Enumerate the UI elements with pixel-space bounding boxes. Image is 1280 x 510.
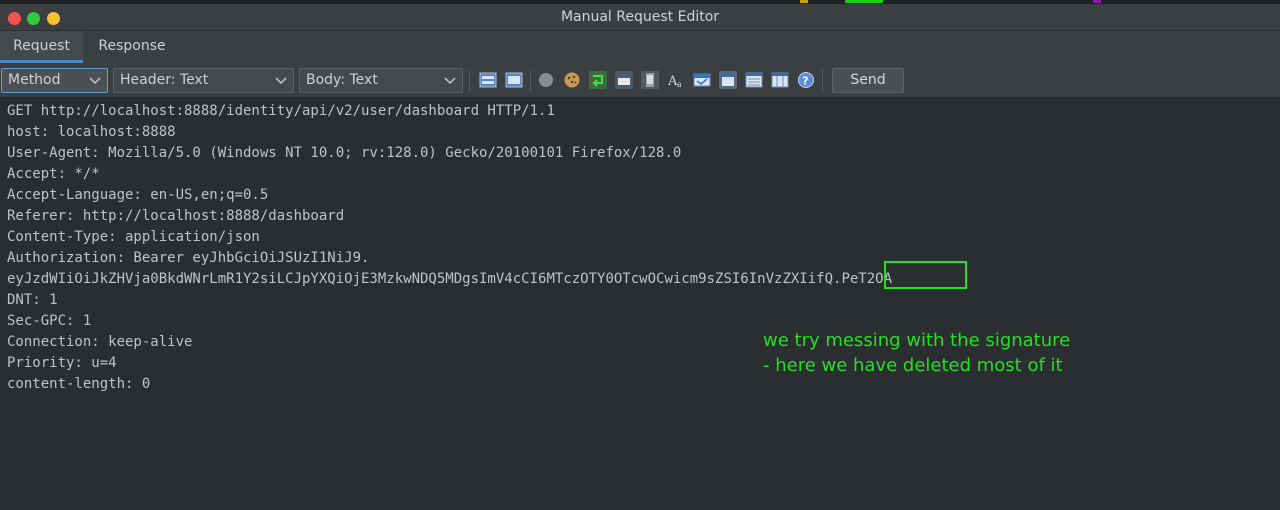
redirect-icon[interactable] — [589, 71, 607, 89]
header-format-select[interactable]: Header: Text — [113, 68, 294, 93]
annotation-text: we try messing with the signature — [763, 330, 1071, 351]
header-line: Accept-Language: en-US,en;q=0.5 — [7, 187, 269, 203]
strip-mark — [845, 0, 883, 3]
header-line: Accept: */* — [7, 166, 100, 182]
toolbar-separator — [469, 70, 470, 92]
cookie-icon[interactable] — [563, 71, 581, 89]
header-line: host: localhost:8888 — [7, 124, 176, 140]
layout-split-icon[interactable] — [479, 71, 497, 89]
toolbar-separator — [822, 70, 823, 92]
chevron-down-icon — [275, 77, 287, 85]
jwt-token-line: eyJzdWIiOiJkZHVja0BkdWNrLmR1Y2siLCJpYXQi… — [7, 271, 893, 287]
authorization-header-line: Authorization: Bearer eyJhbGciOiJSUzI1Ni… — [7, 250, 370, 266]
title-bar: Manual Request Editor — [0, 4, 1280, 31]
toolbar-separator — [530, 70, 531, 92]
header-line: Connection: keep-alive — [7, 334, 193, 350]
tab-bar: Request Response — [0, 31, 1280, 63]
body-format-value: Body: Text — [306, 72, 378, 88]
phone-icon[interactable] — [641, 71, 659, 89]
signature-highlight-box — [884, 261, 967, 289]
tab-response[interactable]: Response — [92, 31, 172, 63]
header-line: content-length: 0 — [7, 376, 151, 392]
svg-text:?: ? — [802, 74, 808, 87]
method-select[interactable]: Method — [1, 68, 108, 93]
chevron-down-icon — [444, 77, 456, 85]
font-icon[interactable]: Aa — [667, 71, 685, 89]
strip-mark — [1093, 0, 1101, 3]
circle-icon[interactable] — [537, 71, 555, 89]
header-line: Sec-GPC: 1 — [7, 313, 92, 329]
header-line: User-Agent: Mozilla/5.0 (Windows NT 10.0… — [7, 145, 682, 161]
header-line: Referer: http://localhost:8888/dashboard — [7, 208, 345, 224]
header-line: Priority: u=4 — [7, 355, 117, 371]
chevron-down-icon — [89, 77, 101, 85]
header-format-value: Header: Text — [120, 72, 209, 88]
toolbar: Method Header: Text Body: Text Aa ? Send — [0, 63, 1280, 98]
send-button[interactable]: Send — [832, 68, 904, 93]
window-title: Manual Request Editor — [560, 9, 720, 25]
help-icon[interactable]: ? — [797, 71, 815, 89]
header-line: DNT: 1 — [7, 292, 58, 308]
table-icon[interactable] — [771, 71, 789, 89]
panel-icon[interactable] — [719, 71, 737, 89]
browser-icon[interactable] — [693, 71, 711, 89]
svg-text:a: a — [677, 80, 682, 89]
header-line: Content-Type: application/json — [7, 229, 260, 245]
strip-mark — [800, 0, 808, 3]
body-format-select[interactable]: Body: Text — [299, 68, 463, 93]
window-icon[interactable] — [615, 71, 633, 89]
tab-request[interactable]: Request — [0, 31, 83, 63]
layout-tabs-icon[interactable] — [505, 71, 523, 89]
request-editor[interactable]: GET http://localhost:8888/identity/api/v… — [0, 99, 1280, 510]
request-line: GET http://localhost:8888/identity/api/v… — [7, 103, 555, 119]
list-icon[interactable] — [745, 71, 763, 89]
annotation-text: - here we have deleted most of it — [763, 355, 1063, 376]
method-select-value: Method — [8, 72, 61, 88]
